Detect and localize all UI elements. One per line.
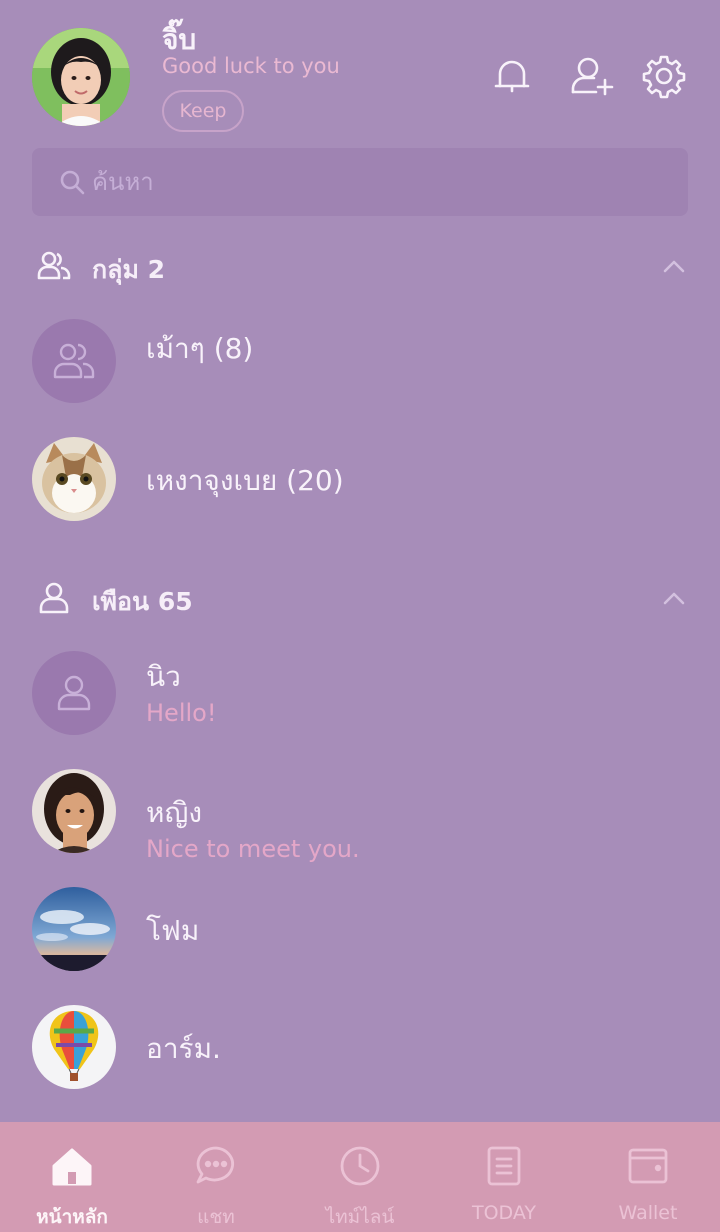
friend-name: นิว: [146, 660, 181, 693]
news-icon: [482, 1144, 526, 1188]
friend-name: หญิง: [146, 796, 202, 829]
friend-row-4[interactable]: อาร์ม.: [0, 997, 720, 1097]
tab-label: ไทม์ไลน์: [325, 1206, 395, 1228]
wallet-icon: [626, 1144, 670, 1188]
group-placeholder-avatar: [32, 319, 116, 403]
clock-icon: [338, 1144, 382, 1188]
chat-icon: [194, 1144, 238, 1188]
friend-status-message: Hello!: [146, 699, 217, 727]
bottom-tab-bar: หน้าหลัก แชท ไทม์ไลน์ TODAY Wallet: [0, 1122, 720, 1232]
group-row-1[interactable]: เม้าๆ (8): [0, 311, 720, 411]
groups-section-title: กลุ่ม 2: [92, 255, 166, 284]
home-icon: [50, 1144, 94, 1188]
groups-section-header[interactable]: กลุ่ม 2: [0, 238, 720, 298]
friends-section-title: เพือน 65: [92, 587, 193, 616]
keep-button[interactable]: Keep: [162, 90, 244, 132]
tab-wallet[interactable]: Wallet: [576, 1122, 720, 1232]
settings-gear-icon[interactable]: [640, 52, 688, 100]
tab-label: Wallet: [618, 1202, 678, 1224]
add-friend-icon[interactable]: [568, 52, 616, 100]
profile-header: จิ๊บ Good luck to you Keep: [0, 0, 720, 140]
group-icon: [36, 248, 72, 284]
friend-row-3[interactable]: โฟม: [0, 879, 720, 979]
group-row-2[interactable]: เหงาจุงเบย (20): [0, 429, 720, 529]
profile-avatar[interactable]: [32, 28, 130, 126]
chevron-up-icon[interactable]: [660, 252, 688, 280]
profile-status-message[interactable]: Good luck to you: [162, 54, 340, 78]
friends-section-header[interactable]: เพือน 65: [0, 570, 720, 630]
group-name: เหงาจุงเบย (20): [146, 464, 344, 497]
cat-photo-avatar: [32, 437, 116, 521]
search-icon: [58, 168, 86, 196]
group-name: เม้าๆ (8): [146, 332, 254, 365]
search-input[interactable]: [92, 148, 672, 216]
tab-timeline[interactable]: ไทม์ไลน์: [288, 1122, 432, 1232]
hot-air-balloon-photo-avatar: [32, 1005, 116, 1089]
woman-photo-avatar: [32, 769, 116, 853]
tab-label: แชท: [197, 1206, 235, 1228]
friend-name: อาร์ม.: [146, 1032, 221, 1065]
person-icon: [36, 580, 72, 616]
tab-label: หน้าหลัก: [36, 1206, 108, 1228]
search-bar[interactable]: [32, 148, 688, 216]
tab-label: TODAY: [472, 1202, 536, 1224]
bell-icon[interactable]: [488, 52, 536, 100]
friend-row-1[interactable]: นิว Hello!: [0, 643, 720, 743]
tab-chat[interactable]: แชท: [144, 1122, 288, 1232]
tab-home[interactable]: หน้าหลัก: [0, 1122, 144, 1232]
friend-row-2[interactable]: หญิง Nice to meet you.: [0, 761, 720, 863]
friend-name: โฟม: [146, 914, 200, 947]
tab-today[interactable]: TODAY: [432, 1122, 576, 1232]
chevron-up-icon[interactable]: [660, 584, 688, 612]
sky-photo-avatar: [32, 887, 116, 971]
friend-status-message: Nice to meet you.: [146, 835, 360, 863]
person-placeholder-avatar: [32, 651, 116, 735]
